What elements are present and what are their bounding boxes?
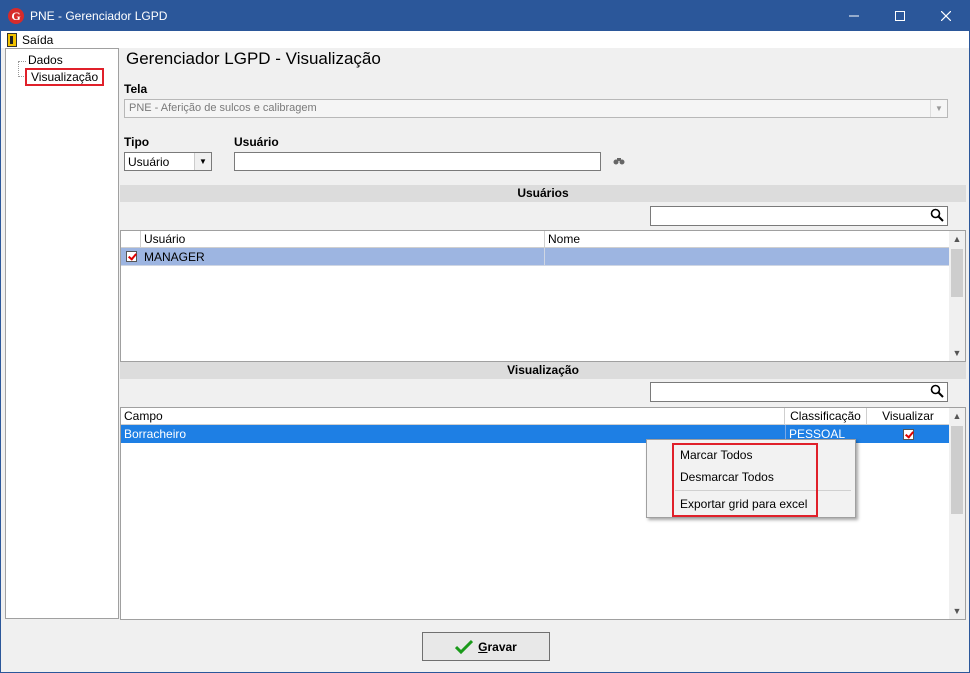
save-button-mnemonic: G	[478, 639, 488, 654]
binoculars-icon[interactable]	[613, 157, 625, 169]
column-header-campo[interactable]: Campo	[121, 408, 785, 425]
users-grid: Usuário Nome MANAGER ▲ ▼	[120, 230, 966, 362]
title-bar[interactable]: G PNE - Gerenciador LGPD	[1, 1, 969, 31]
scroll-up-icon[interactable]: ▲	[949, 231, 965, 247]
scroll-up-icon[interactable]: ▲	[949, 408, 965, 424]
visualizacao-section-header: Visualização	[120, 362, 966, 379]
usuario-input[interactable]	[234, 152, 601, 171]
users-search-input[interactable]	[650, 206, 948, 226]
column-header-nome[interactable]: Nome	[545, 231, 949, 248]
maximize-icon	[895, 11, 905, 21]
tela-label: Tela	[124, 82, 148, 96]
highlight-box	[672, 443, 818, 517]
visualizacao-search-input[interactable]	[650, 382, 948, 402]
minimize-button[interactable]	[831, 1, 877, 31]
tipo-label: Tipo	[124, 135, 150, 149]
chevron-down-icon[interactable]: ▼	[194, 153, 211, 170]
column-header-usuario[interactable]: Usuário	[141, 231, 545, 248]
minimize-icon	[849, 15, 859, 17]
tree-item-dados[interactable]: Dados	[28, 53, 63, 67]
page-title: Gerenciador LGPD - Visualização	[126, 49, 381, 68]
column-header-visualizar[interactable]: Visualizar	[867, 408, 949, 425]
search-icon[interactable]	[930, 384, 944, 401]
cell-nome	[545, 248, 949, 265]
scroll-down-icon[interactable]: ▼	[949, 603, 965, 619]
visualizacao-grid-header: Campo Classificação Visualizar	[121, 408, 949, 425]
checkmark-icon	[455, 639, 474, 654]
usuario-label: Usuário	[234, 135, 279, 149]
navigation-tree: Dados Visualização	[5, 48, 119, 619]
chevron-down-icon[interactable]: ▼	[930, 100, 947, 117]
tree-connector	[18, 61, 26, 62]
users-grid-header: Usuário Nome	[121, 231, 949, 248]
tela-select-value: PNE - Aferição de sulcos e calibragem	[129, 102, 317, 114]
context-menu: Marcar Todos Desmarcar Todos Exportar gr…	[646, 439, 856, 518]
table-row[interactable]: MANAGER	[121, 248, 949, 266]
tree-connector	[18, 61, 19, 77]
cell-visualizar[interactable]	[867, 425, 949, 443]
users-section-header: Usuários	[120, 185, 966, 202]
search-icon[interactable]	[930, 208, 944, 225]
tree-item-visualizacao[interactable]: Visualização	[25, 68, 105, 86]
close-button[interactable]	[923, 1, 969, 31]
close-icon	[941, 11, 951, 21]
save-button-label: ravar	[487, 639, 517, 654]
maximize-button[interactable]	[877, 1, 923, 31]
menu-exit-label: Saída	[22, 32, 54, 47]
cell-usuario: MANAGER	[141, 248, 545, 265]
app-logo-icon: G	[8, 8, 24, 24]
tipo-select-value: Usuário	[128, 155, 170, 169]
menu-bar: Saída	[1, 31, 969, 48]
exit-door-icon	[7, 32, 17, 47]
save-button[interactable]: Gravar	[422, 632, 550, 661]
grid-header-check	[121, 231, 141, 248]
visualizar-checkbox[interactable]	[902, 428, 914, 440]
menu-exit[interactable]: Saída	[7, 32, 54, 47]
scroll-thumb[interactable]	[951, 426, 963, 514]
users-scrollbar[interactable]: ▲ ▼	[949, 231, 965, 361]
window-title: PNE - Gerenciador LGPD	[30, 9, 168, 23]
row-checkbox-cell[interactable]	[121, 248, 141, 265]
scroll-down-icon[interactable]: ▼	[949, 345, 965, 361]
column-header-classificacao[interactable]: Classificação	[785, 408, 867, 425]
tela-select[interactable]: PNE - Aferição de sulcos e calibragem ▼	[124, 99, 948, 118]
row-checkbox[interactable]	[125, 251, 137, 262]
scroll-thumb[interactable]	[951, 249, 963, 297]
visualizacao-scrollbar[interactable]: ▲ ▼	[949, 408, 965, 619]
tipo-select[interactable]: Usuário ▼	[124, 152, 212, 171]
app-window: G PNE - Gerenciador LGPD Saída Dados Vis…	[0, 0, 970, 673]
